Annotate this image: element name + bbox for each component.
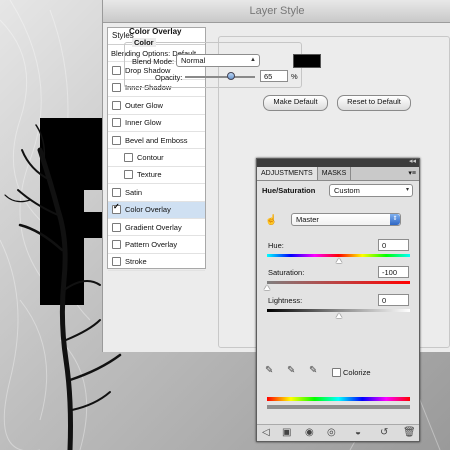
visibility-eye-icon[interactable]: ◎: [327, 428, 336, 438]
eyedropper-icon[interactable]: ✎: [265, 366, 273, 376]
lightness-label: Lightness:: [268, 296, 303, 305]
checkbox[interactable]: [112, 66, 121, 76]
panel-bottom-toolbar: ◁ ▣ ◉ ◎ ◒ ↺ 🗑: [257, 424, 419, 441]
colorize-checkbox[interactable]: [332, 368, 341, 377]
dialog-title: Layer Style: [103, 0, 450, 23]
panel-title-strip[interactable]: ◂◂: [257, 157, 419, 167]
hue-gradient-bar: [267, 254, 410, 257]
channel-value: Master: [296, 215, 319, 224]
colorize-label: Colorize: [343, 368, 371, 377]
lightness-gradient-bar: [267, 309, 410, 312]
eyedropper-plus-icon[interactable]: ✎: [287, 366, 295, 376]
style-item-gradient-overlay[interactable]: Gradient Overlay: [108, 219, 205, 237]
checkbox[interactable]: [112, 100, 121, 110]
blend-mode-value: Normal: [181, 56, 206, 65]
adjustments-panel: ◂◂ ADJUSTMENTS MASKS ▾≡ Hue/Saturation C…: [256, 158, 420, 442]
style-label: Color Overlay: [125, 205, 171, 215]
style-item-pattern-overlay[interactable]: Pattern Overlay: [108, 236, 205, 254]
checkbox[interactable]: [112, 239, 121, 249]
collapse-icon[interactable]: ◂◂: [409, 157, 416, 165]
lightness-input[interactable]: 0: [378, 294, 409, 306]
style-item-texture[interactable]: Texture: [108, 167, 205, 185]
targeted-adjustment-hand-icon[interactable]: ☝: [265, 216, 277, 226]
style-label: Outer Glow: [125, 100, 163, 110]
expand-view-icon[interactable]: ▣: [282, 428, 291, 438]
saturation-label: Saturation:: [268, 268, 305, 277]
style-label: Inner Glow: [125, 118, 162, 128]
opacity-slider-track[interactable]: [185, 76, 255, 78]
checkbox[interactable]: [112, 83, 121, 93]
style-item-outer-glow[interactable]: Outer Glow: [108, 97, 205, 115]
trash-icon[interactable]: 🗑: [403, 428, 416, 438]
checkbox[interactable]: [124, 170, 133, 180]
eyedropper-minus-icon[interactable]: ✎: [309, 366, 317, 376]
style-label: Satin: [125, 187, 143, 197]
preset-value: Custom: [334, 186, 360, 195]
hue-input[interactable]: 0: [378, 239, 409, 251]
style-item-contour[interactable]: Contour: [108, 149, 205, 167]
checkbox[interactable]: [112, 118, 121, 128]
preset-select[interactable]: Custom ▾: [329, 184, 413, 197]
reset-to-default-button[interactable]: Reset to Default: [337, 95, 411, 111]
style-label: Pattern Overlay: [125, 239, 178, 249]
saturation-slider-handle[interactable]: [264, 285, 270, 290]
panel-tabs: ADJUSTMENTS MASKS ▾≡: [257, 167, 419, 181]
tab-adjustments[interactable]: ADJUSTMENTS: [257, 167, 318, 180]
opacity-input[interactable]: 65: [260, 70, 288, 82]
color-group-title: Color: [132, 38, 156, 47]
opacity-label: Opacity:: [155, 73, 183, 82]
style-label: Stroke: [125, 257, 147, 267]
style-label: Gradient Overlay: [125, 222, 182, 232]
checkbox[interactable]: [112, 222, 121, 232]
style-item-stroke[interactable]: Stroke: [108, 254, 205, 272]
view-previous-icon[interactable]: ◒: [355, 428, 361, 438]
channel-select[interactable]: Master ⇕: [291, 213, 401, 226]
checkbox-checked[interactable]: [112, 202, 121, 215]
hue-label: Hue:: [268, 241, 284, 250]
output-color-bar: [267, 405, 410, 409]
back-arrow-icon[interactable]: ◁: [262, 428, 270, 438]
make-default-button[interactable]: Make Default: [263, 95, 328, 111]
clip-to-layer-icon[interactable]: ◉: [305, 428, 314, 438]
checkbox[interactable]: [124, 153, 133, 163]
hue-slider-handle[interactable]: [335, 258, 342, 263]
saturation-input[interactable]: -100: [378, 266, 409, 278]
style-item-bevel-and-emboss[interactable]: Bevel and Emboss: [108, 132, 205, 150]
blend-mode-select[interactable]: Normal ▲: [176, 54, 260, 67]
panel-menu-icon[interactable]: ▾≡: [408, 167, 416, 180]
saturation-gradient-bar: [267, 281, 410, 284]
checkbox[interactable]: [112, 135, 121, 145]
adjustment-name: Hue/Saturation: [262, 186, 316, 195]
style-item-color-overlay[interactable]: Color Overlay: [108, 201, 205, 219]
checkbox[interactable]: [112, 257, 121, 267]
style-label: Contour: [137, 153, 164, 163]
reset-icon[interactable]: ↺: [380, 428, 388, 438]
style-item-inner-glow[interactable]: Inner Glow: [108, 115, 205, 132]
checkbox[interactable]: [112, 187, 121, 197]
overlay-color-swatch[interactable]: [293, 54, 321, 68]
style-label: Bevel and Emboss: [125, 135, 188, 145]
chevron-down-icon: ▾: [405, 187, 409, 193]
opacity-unit: %: [291, 72, 298, 81]
style-label: Texture: [137, 170, 162, 180]
opacity-slider-knob[interactable]: [226, 72, 235, 80]
select-arrows-icon: ▲: [250, 57, 256, 63]
blend-mode-label: Blend Mode:: [132, 57, 175, 66]
color-overlay-title: Color Overlay: [129, 27, 182, 36]
lightness-slider-handle[interactable]: [335, 313, 342, 318]
input-color-bar: [267, 397, 410, 401]
style-item-satin[interactable]: Satin: [108, 184, 205, 202]
tab-masks[interactable]: MASKS: [318, 167, 352, 180]
select-arrows-icon: ⇕: [390, 214, 400, 225]
